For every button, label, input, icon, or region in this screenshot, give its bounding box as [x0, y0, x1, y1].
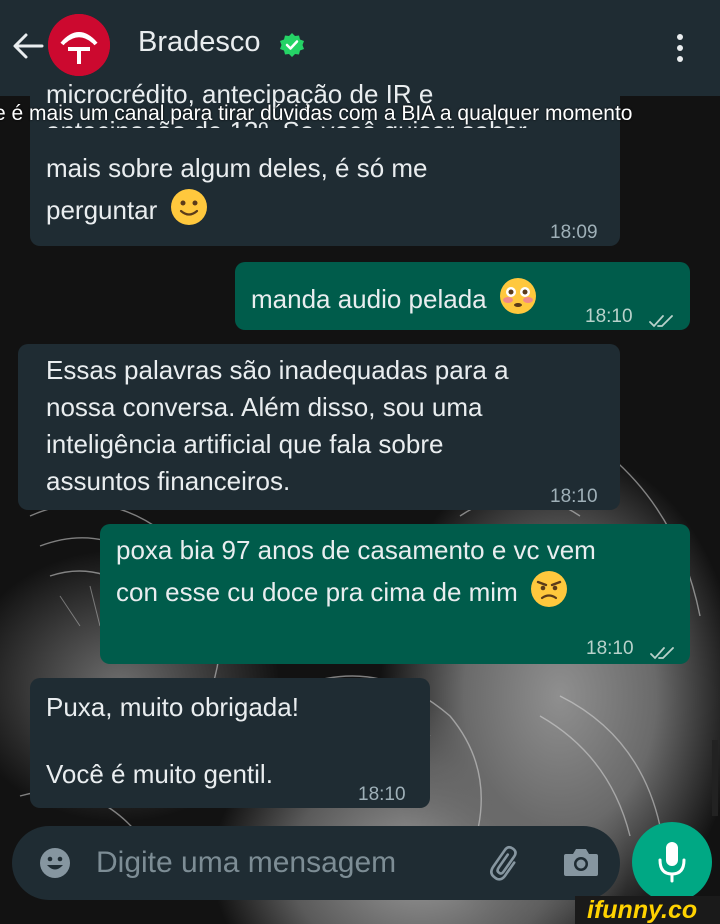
contact-name[interactable]: Bradesco — [138, 26, 261, 59]
scrollbar[interactable] — [712, 740, 718, 816]
message-bubble-outgoing: manda audio pelada 18:10 — [235, 262, 690, 330]
message-text: mais sobre algum deles, é só me pergunta… — [46, 150, 428, 237]
back-arrow-icon[interactable] — [10, 28, 46, 64]
flushed-face-emoji-icon — [498, 276, 538, 326]
message-time: 18:09 — [550, 222, 598, 243]
message-text: Essas palavras são inadequadas para a no… — [46, 355, 509, 496]
contact-avatar[interactable] — [48, 14, 110, 76]
message-text: Puxa, muito obrigada! Você é muito genti… — [46, 692, 299, 789]
message-bubble-outgoing: poxa bia 97 anos de casamento e vc vem c… — [100, 524, 690, 664]
message-text: manda audio pelada — [251, 276, 538, 326]
double-check-icon — [650, 634, 676, 660]
overlay-caption: e é mais um canal para tirar dúvidas com… — [0, 102, 633, 125]
message-bubble-incoming: Puxa, muito obrigada! Você é muito genti… — [30, 678, 430, 808]
attach-clip-icon[interactable] — [486, 842, 526, 882]
camera-icon[interactable] — [562, 844, 600, 880]
verified-badge-icon — [278, 32, 306, 60]
message-time: 18:10 — [586, 638, 634, 659]
message-input[interactable]: Digite uma mensagem — [96, 846, 396, 880]
message-text: poxa bia 97 anos de casamento e vc vem c… — [116, 532, 596, 619]
message-time: 18:10 — [358, 784, 406, 805]
message-input-bar: Digite uma mensagem — [12, 826, 620, 900]
ifunny-watermark: ifunny.co — [575, 896, 720, 924]
message-time: 18:10 — [550, 486, 598, 507]
voice-message-button[interactable] — [632, 822, 712, 902]
microphone-icon — [658, 842, 686, 883]
angry-face-emoji-icon — [529, 569, 569, 619]
emoji-icon[interactable] — [38, 846, 72, 880]
double-check-icon — [649, 302, 675, 328]
more-options-icon[interactable] — [668, 30, 692, 66]
slight-smile-emoji-icon — [169, 187, 209, 237]
message-time: 18:10 — [585, 306, 633, 327]
message-bubble-incoming: Essas palavras são inadequadas para a no… — [18, 344, 620, 510]
